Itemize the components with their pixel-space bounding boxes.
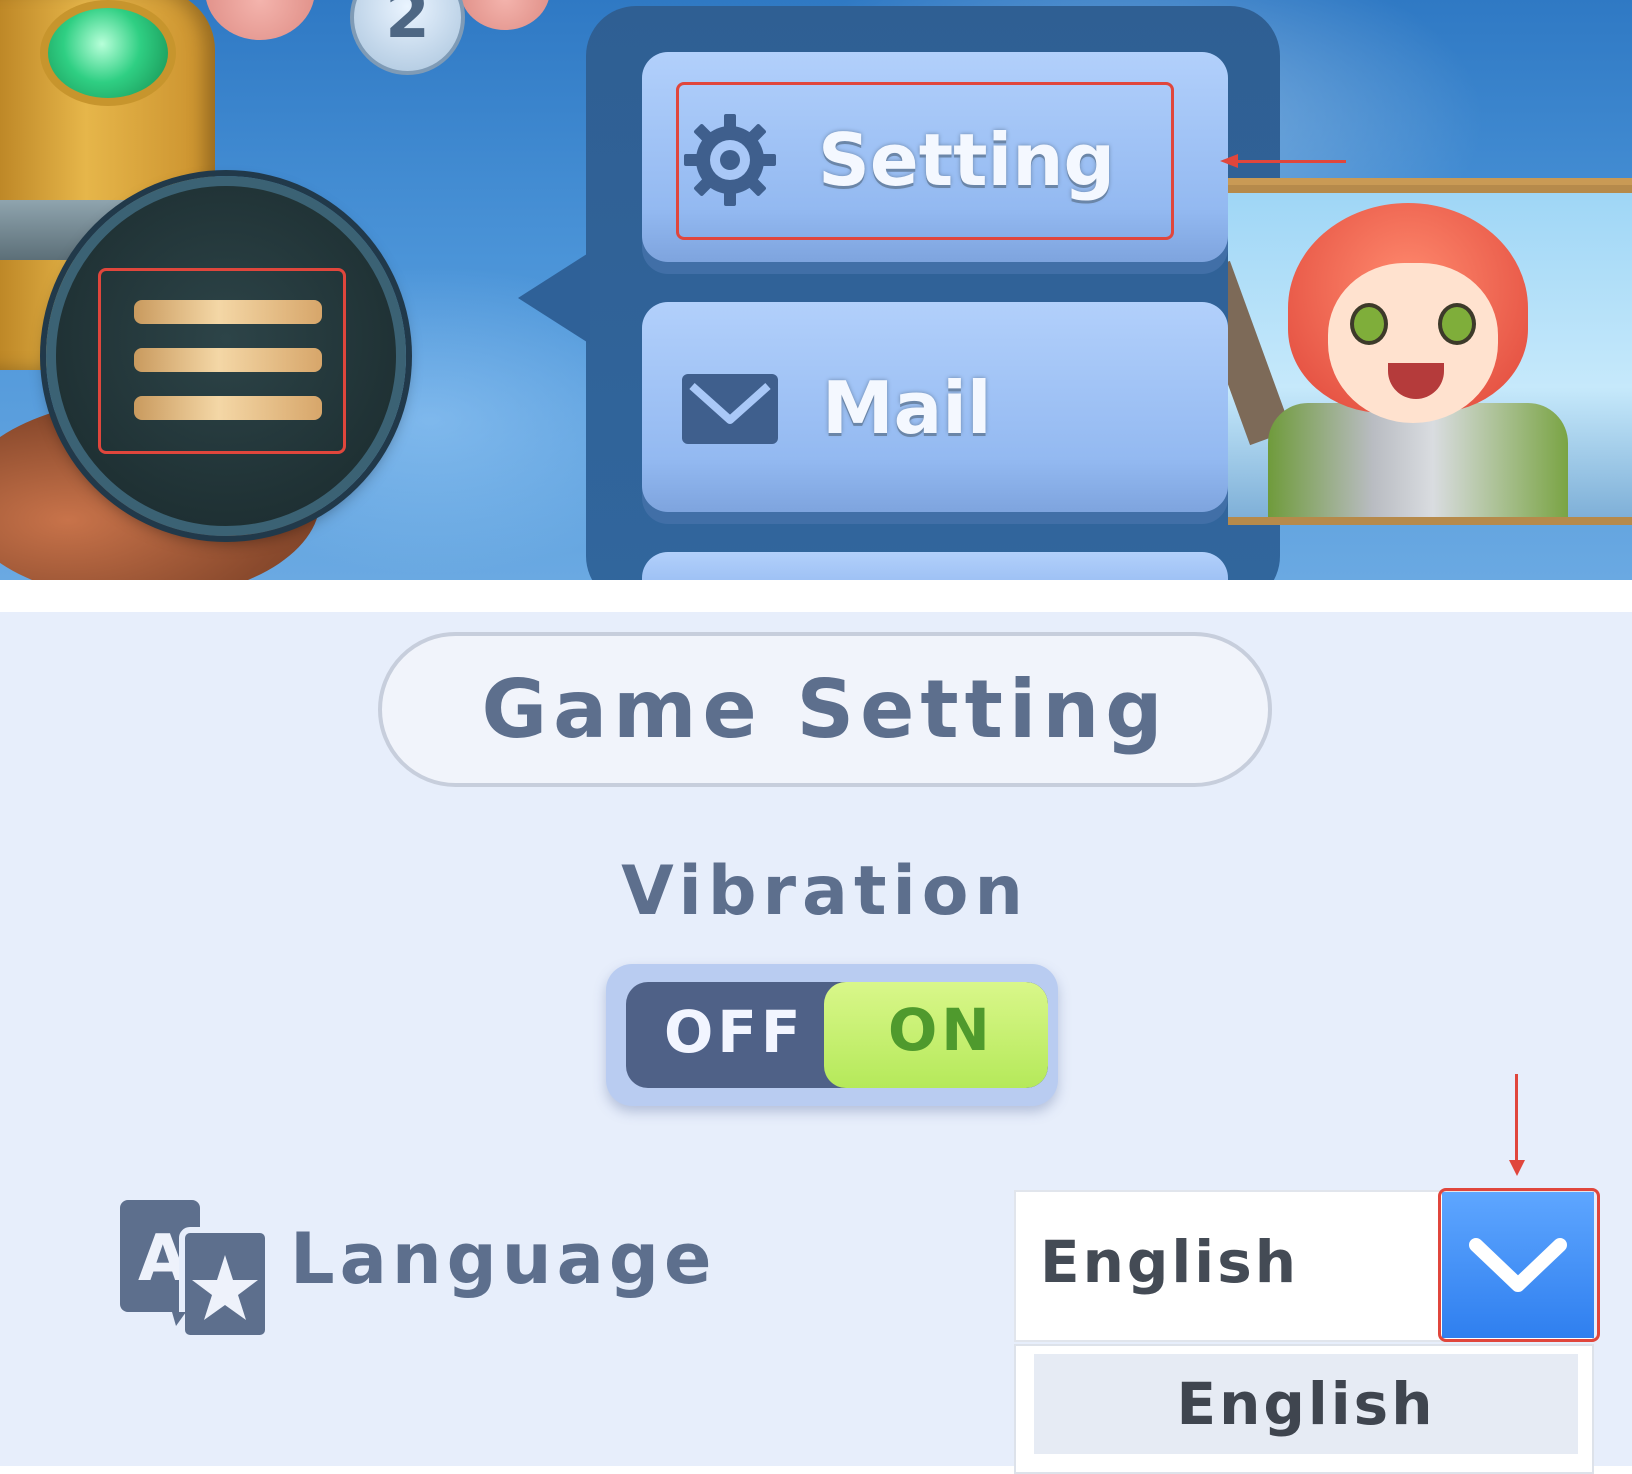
hero-portrait xyxy=(1228,185,1632,525)
vibration-toggle[interactable]: OFF ON xyxy=(606,964,1058,1106)
vibration-label: Vibration xyxy=(621,852,1029,931)
game-hud-scene: 2 Setting Mail xyxy=(0,0,1632,580)
hero-eye xyxy=(1350,303,1388,345)
language-selected-value: English xyxy=(1040,1228,1300,1296)
annotation-arrowhead xyxy=(1220,154,1238,168)
annotation-arrowhead xyxy=(1509,1160,1525,1176)
annotation-arrow-line xyxy=(1515,1074,1518,1166)
highlight-box-dropdown xyxy=(1438,1188,1600,1342)
language-label: Language xyxy=(290,1218,717,1300)
popup-menu-pointer xyxy=(518,252,590,344)
envelope-icon xyxy=(682,374,778,444)
hero-face xyxy=(1328,263,1498,423)
hero-mouth xyxy=(1388,363,1444,399)
vibration-toggle-track: OFF ON xyxy=(626,982,1048,1088)
page-title: Game Setting xyxy=(481,663,1169,756)
toggle-on-label: ON xyxy=(888,996,994,1064)
pig-character xyxy=(205,0,315,40)
level-badge: 2 xyxy=(350,0,465,75)
hero-eye xyxy=(1438,303,1476,345)
annotation-arrow-line xyxy=(1236,160,1346,163)
translate-icon: A xyxy=(120,1200,270,1340)
language-option-english[interactable]: English xyxy=(1034,1354,1578,1454)
mail-menu-label: Mail xyxy=(822,366,992,450)
game-setting-panel: Game Setting Vibration OFF ON A Language… xyxy=(0,612,1632,1474)
settings-title-banner: Game Setting xyxy=(378,632,1272,787)
pig-character-ear xyxy=(460,0,550,30)
green-gem-icon xyxy=(40,0,176,106)
highlight-box-setting xyxy=(676,82,1174,240)
language-options-list: English xyxy=(1014,1344,1594,1474)
more-menu-button[interactable] xyxy=(642,552,1228,580)
toggle-off-label: OFF xyxy=(664,998,805,1066)
highlight-box-menu xyxy=(98,268,346,454)
